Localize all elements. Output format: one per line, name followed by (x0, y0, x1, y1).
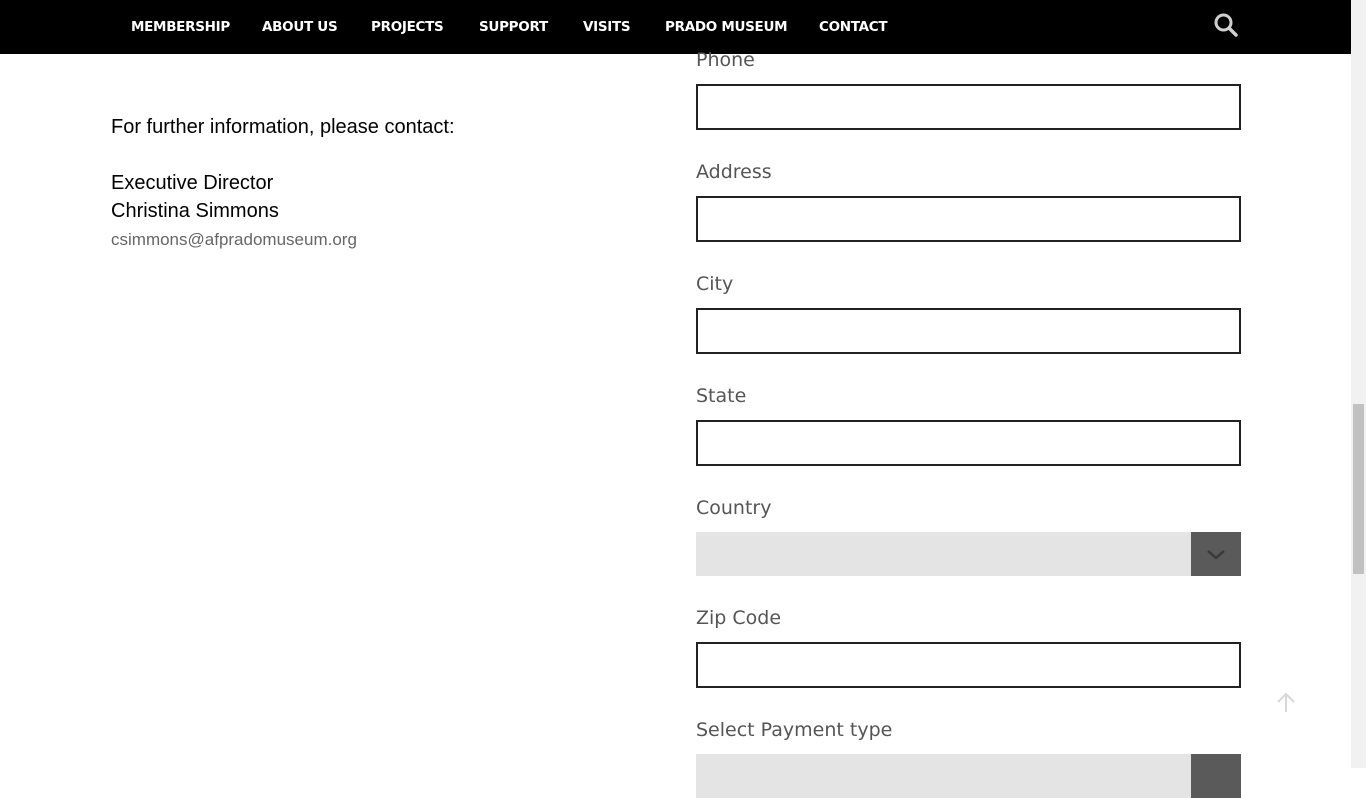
top-navigation-bar: MEMBERSHIP ABOUT US PROJECTS SUPPORT VIS… (0, 0, 1351, 54)
phone-label: Phone (696, 49, 755, 71)
nav-item-visits[interactable]: VISITS (583, 0, 631, 54)
nav-item-projects[interactable]: PROJECTS (371, 0, 444, 54)
country-select[interactable] (696, 532, 1241, 576)
search-icon[interactable] (1212, 11, 1240, 39)
country-label: Country (696, 497, 772, 519)
state-label: State (696, 385, 747, 407)
nav-item-support[interactable]: SUPPORT (479, 0, 548, 54)
nav-item-contact[interactable]: CONTACT (819, 0, 888, 54)
contact-intro-text: For further information, please contact: (111, 116, 455, 138)
chevron-down-icon[interactable] (1191, 754, 1241, 798)
nav-item-membership[interactable]: MEMBERSHIP (131, 0, 230, 54)
scrollbar-thumb[interactable] (1353, 404, 1364, 574)
page-scrollbar[interactable] (1351, 0, 1366, 768)
contact-name: Christina Simmons (111, 200, 279, 222)
city-label: City (696, 273, 734, 295)
payment-type-select[interactable] (696, 754, 1241, 798)
zip-code-label: Zip Code (696, 607, 782, 629)
nav-item-prado-museum[interactable]: PRADO MUSEUM (665, 0, 788, 54)
phone-field[interactable] (696, 84, 1241, 130)
contact-role: Executive Director (111, 172, 274, 194)
city-field[interactable] (696, 308, 1241, 354)
contact-email-link[interactable]: csimmons@afpradomuseum.org (111, 230, 357, 250)
nav-item-about-us[interactable]: ABOUT US (262, 0, 338, 54)
address-field[interactable] (696, 196, 1241, 242)
payment-type-label: Select Payment type (696, 719, 893, 741)
state-field[interactable] (696, 420, 1241, 466)
address-label: Address (696, 161, 772, 183)
arrow-up-icon[interactable] (1273, 690, 1299, 716)
chevron-down-icon[interactable] (1191, 532, 1241, 576)
zip-code-field[interactable] (696, 642, 1241, 688)
